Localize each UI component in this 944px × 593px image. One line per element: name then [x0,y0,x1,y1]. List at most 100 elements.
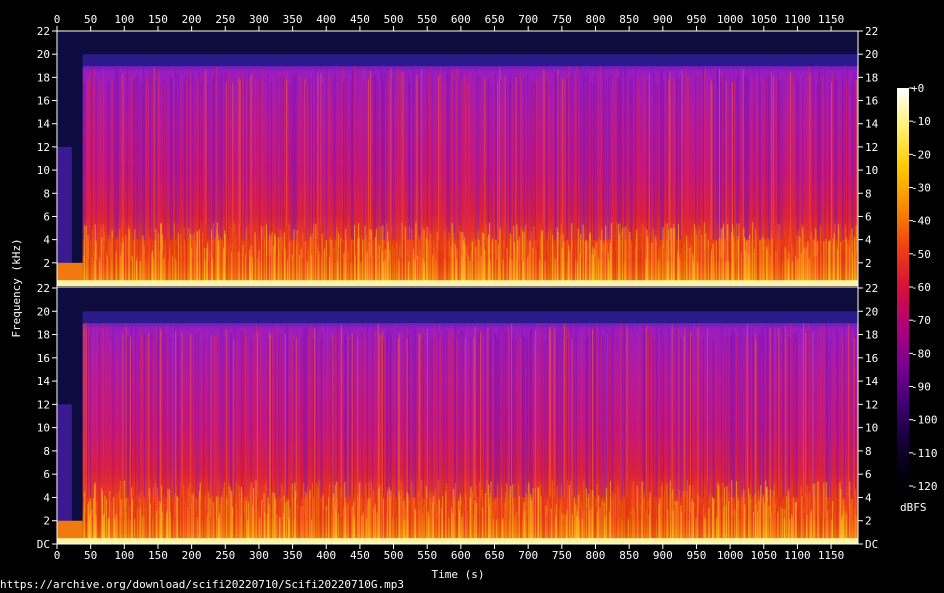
spectral-streak [800,337,802,498]
spectral-streak [502,323,504,498]
spectral-streak [656,82,658,240]
spectral-streak [378,80,380,240]
spectral-streak [588,327,590,498]
spectral-streak [591,329,593,498]
spectral-streak [401,69,403,240]
y-tick-label-bottom-right: 22 [865,282,878,295]
spectral-streak [188,74,190,240]
y-tick-label-bottom-right: 12 [865,398,878,411]
spectral-streak [744,334,746,498]
spectral-streak [847,67,849,240]
spectral-streak [420,339,422,498]
spectral-streak [852,72,854,240]
spectral-streak [708,336,710,498]
spectral-streak [742,69,744,240]
spectral-streak [241,71,243,240]
spectral-streak [275,74,277,240]
spectral-streak [587,71,589,240]
spectral-streak [516,74,518,240]
spectral-streak [781,79,783,240]
spectral-streak [196,329,198,498]
spectral-streak [722,71,724,240]
spectral-streak [246,335,248,498]
spectral-streak [306,323,308,498]
spectral-streak [619,323,621,498]
spectral-streak [213,70,215,240]
spectral-streak [707,328,709,498]
spectral-streak [772,75,774,240]
spectral-streak [197,78,199,240]
y-tick-label-top-right: 6 [865,210,872,223]
spectral-streak [515,339,517,498]
colorbar-tick-label: -20 [911,148,931,161]
spectral-streak [731,324,733,498]
x-tick-label-top: 500 [384,13,404,26]
spectral-streak [361,332,363,498]
y-tick-label-bottom-left: 14 [37,375,51,388]
spectral-streak [602,66,604,240]
spectral-streak [749,327,751,498]
spectral-streak [404,327,406,498]
spectral-streak [642,332,644,498]
spectral-streak [741,324,743,498]
spectral-streak [127,336,129,498]
x-tick-label-bottom: 450 [350,549,370,562]
x-tick-label-top: 800 [586,13,606,26]
colorbar-tick-label: -120 [911,480,938,493]
spectral-streak [390,333,392,498]
spectral-streak [126,65,128,240]
spectral-streak [395,328,397,498]
spectral-streak [447,333,449,498]
spectral-streak [534,330,536,498]
spectral-streak [748,77,750,240]
spectral-streak [734,335,736,498]
spectral-streak [260,326,262,498]
spectral-streak [405,326,407,498]
colorbar-tick-label: -70 [911,314,931,327]
x-tick-label-top: 900 [653,13,673,26]
spectral-streak [322,79,324,240]
spectral-streak [653,338,655,498]
x-tick-label-top: 600 [451,13,471,26]
spectral-streak [678,326,680,498]
spectral-streak [518,81,520,240]
spectral-streak [596,325,598,498]
spectral-streak [672,82,674,240]
spectral-streak [293,74,295,240]
y-tick-label-top-left: 14 [37,118,51,131]
spectral-streak [795,332,797,498]
spectral-streak [507,325,509,498]
spectral-streak [580,66,582,240]
spectral-streak [752,328,754,498]
spectral-streak [226,72,228,240]
spectral-streak [320,73,322,240]
spectral-streak [90,329,92,498]
spectral-streak [790,71,792,240]
spectral-streak [747,66,748,240]
spectral-streak [720,76,722,240]
spectral-streak [521,326,523,498]
spectral-streak [278,73,280,240]
spectral-streak [515,76,517,240]
y-tick-label-bottom-left: 6 [43,468,50,481]
spectral-streak [691,336,692,498]
spectral-streak [342,67,344,240]
y-tick-label-bottom-left: 2 [43,515,50,528]
spectral-streak [721,325,723,498]
spectral-streak [605,81,607,240]
spectral-streak [307,82,309,240]
spectral-streak [537,323,538,498]
spectral-streak [237,70,239,240]
spectral-streak [362,67,364,240]
spectral-streak [786,334,788,498]
spectral-streak [705,66,706,240]
spectral-streak [201,329,202,498]
spectral-streak [134,77,136,240]
spectral-streak [414,327,416,498]
spectral-streak [394,70,396,240]
spectral-streak [512,81,514,240]
spectral-streak [716,67,718,240]
spectral-streak [122,333,124,498]
spectral-streak [422,335,424,498]
spectral-streak [527,339,529,498]
